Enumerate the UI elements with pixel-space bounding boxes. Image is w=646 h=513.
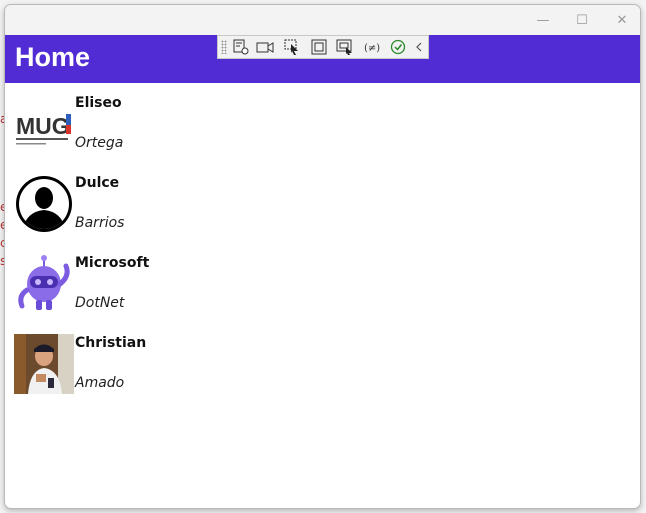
first-name: Eliseo	[75, 95, 122, 111]
svg-text:MUG: MUG	[16, 113, 70, 139]
app-window: — ☐ ✕ Home (≠) MUG Eliseo Ortega Dulce B…	[4, 4, 641, 509]
first-name: Microsoft	[75, 255, 150, 271]
maximize-icon: ☐	[576, 12, 588, 28]
grip-handle[interactable]	[221, 40, 227, 54]
close-icon: ✕	[616, 12, 628, 28]
debug-toolbar: (≠)	[217, 35, 429, 59]
person-silhouette-icon	[14, 174, 74, 234]
camera-icon[interactable]	[256, 39, 274, 55]
list-item[interactable]: MUG Eliseo Ortega	[5, 85, 640, 165]
first-name: Christian	[75, 335, 147, 351]
last-name: Amado	[75, 375, 125, 391]
check-icon[interactable]	[390, 39, 408, 55]
mug-logo: MUG	[14, 94, 74, 154]
last-name: Barrios	[75, 215, 125, 231]
layout-select-icon[interactable]	[336, 39, 354, 55]
list-item[interactable]: Microsoft DotNet	[5, 245, 640, 325]
collapse-icon[interactable]	[413, 39, 431, 55]
list-item[interactable]: Christian Amado	[5, 325, 640, 405]
last-name: DotNet	[75, 295, 125, 311]
maximize-button[interactable]: ☐	[562, 5, 602, 35]
binding-icon[interactable]: (≠)	[362, 39, 380, 55]
profile-photo	[14, 334, 74, 394]
first-name: Dulce	[75, 175, 120, 191]
svg-text:(≠): (≠)	[364, 43, 380, 54]
pointer-icon[interactable]	[284, 39, 302, 55]
title-bar: — ☐ ✕	[5, 5, 640, 35]
page-title: Home	[15, 42, 91, 72]
close-button[interactable]: ✕	[602, 5, 640, 35]
dotnet-bot-icon	[14, 254, 74, 314]
minimize-icon: —	[536, 12, 550, 28]
last-name: Ortega	[75, 135, 124, 151]
select-element-icon[interactable]	[232, 39, 250, 55]
frame-icon[interactable]	[310, 39, 328, 55]
list-item[interactable]: Dulce Barrios	[5, 165, 640, 245]
minimize-button[interactable]: —	[523, 5, 563, 35]
